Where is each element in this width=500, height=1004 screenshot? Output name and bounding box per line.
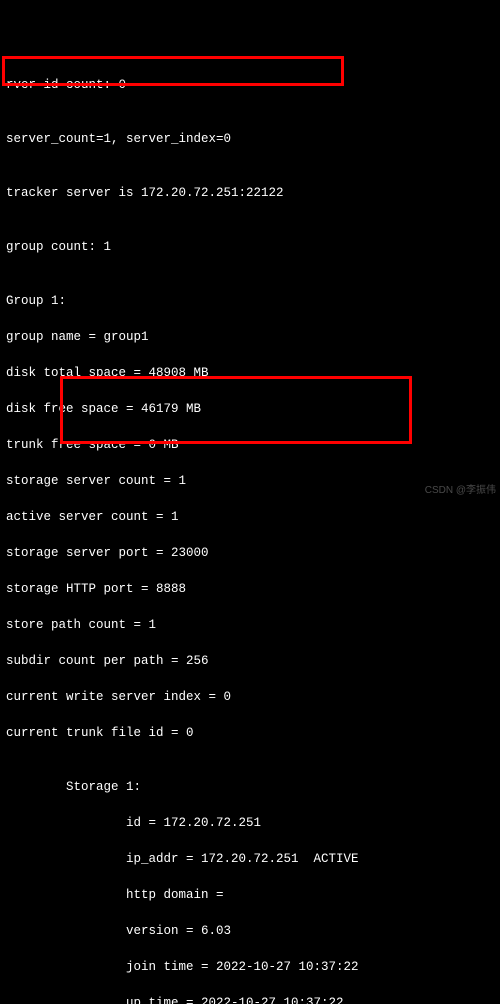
- watermark-text: CSDN @李振伟: [425, 482, 496, 500]
- terminal-line: disk free space = 46179 MB: [6, 400, 494, 418]
- terminal-line-storage-ip: ip_addr = 172.20.72.251 ACTIVE: [6, 850, 494, 868]
- terminal-line: group name = group1: [6, 328, 494, 346]
- terminal-line: storage HTTP port = 8888: [6, 580, 494, 598]
- terminal-line-storage-id: id = 172.20.72.251: [6, 814, 494, 832]
- terminal-line: trunk free space = 0 MB: [6, 436, 494, 454]
- terminal-line: current write server index = 0: [6, 688, 494, 706]
- terminal-line-tracker: tracker server is 172.20.72.251:22122: [6, 184, 494, 202]
- terminal-line: storage server port = 23000: [6, 544, 494, 562]
- terminal-line: subdir count per path = 256: [6, 652, 494, 670]
- terminal-line: server_count=1, server_index=0: [6, 130, 494, 148]
- terminal-line: store path count = 1: [6, 616, 494, 634]
- terminal-line: active server count = 1: [6, 508, 494, 526]
- terminal-line: Group 1:: [6, 292, 494, 310]
- terminal-line: storage server count = 1: [6, 472, 494, 490]
- terminal-line: join time = 2022-10-27 10:37:22: [6, 958, 494, 976]
- terminal-line: rver id count: 0: [6, 76, 494, 94]
- terminal-line-storage: Storage 1:: [6, 778, 494, 796]
- terminal-line: group count: 1: [6, 238, 494, 256]
- terminal-line: http domain =: [6, 886, 494, 904]
- terminal-line: current trunk file id = 0: [6, 724, 494, 742]
- terminal-line: up time = 2022-10-27 10:37:22: [6, 994, 494, 1004]
- terminal-line: version = 6.03: [6, 922, 494, 940]
- terminal-line: disk total space = 48908 MB: [6, 364, 494, 382]
